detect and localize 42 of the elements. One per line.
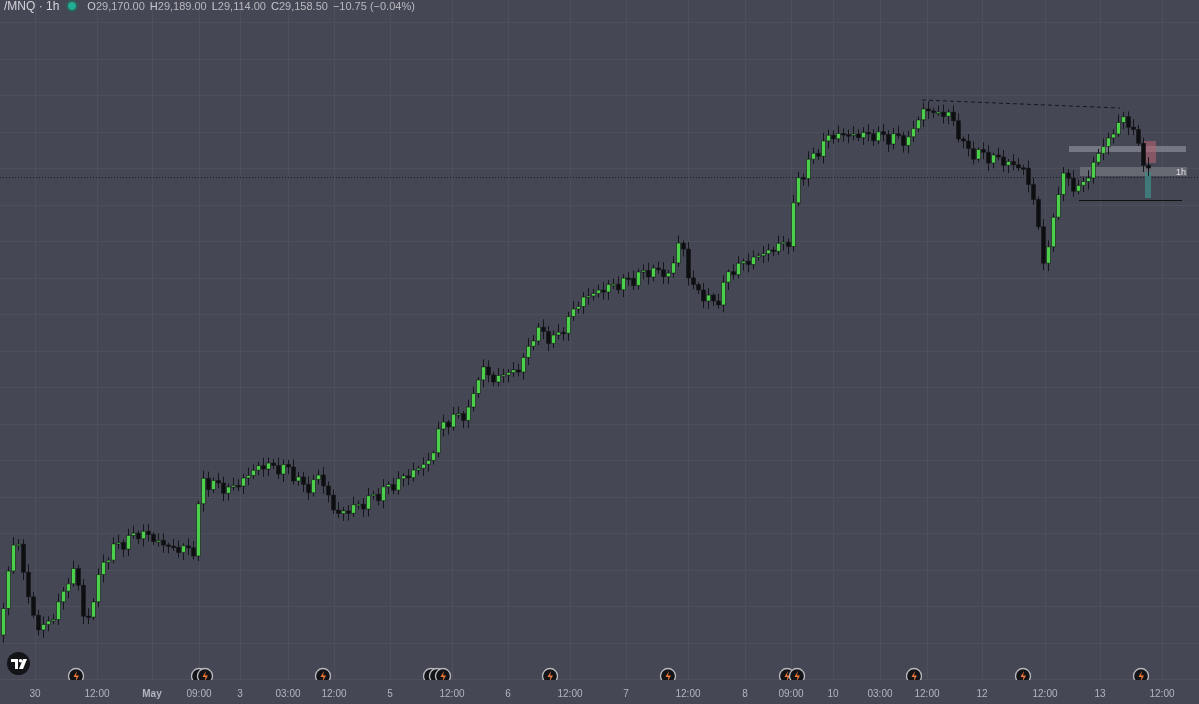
time-label: 12:00: [1032, 688, 1058, 699]
event-icon[interactable]: [541, 667, 559, 680]
event-icons[interactable]: [190, 667, 214, 680]
time-label: 30: [29, 688, 41, 699]
time-label: 10: [827, 688, 839, 699]
time-label: 12: [976, 688, 988, 699]
target-marker: [1145, 172, 1151, 198]
logo-icon[interactable]: [7, 652, 30, 675]
event-icons[interactable]: [778, 667, 806, 680]
time-label: 12:00: [914, 688, 940, 699]
time-label: 8: [742, 688, 748, 699]
time-label: 12:00: [439, 688, 465, 699]
event-icon[interactable]: [1132, 667, 1150, 680]
time-label: 12:00: [321, 688, 347, 699]
event-icons[interactable]: [422, 667, 452, 680]
time-label: 7: [623, 688, 629, 699]
time-label: 03:00: [275, 688, 301, 699]
ohlc-value: H29,189.00: [149, 0, 207, 12]
time-label: 09:00: [778, 688, 804, 699]
time-label: 5: [387, 688, 393, 699]
time-label: 3: [237, 688, 243, 699]
time-label: 12:00: [557, 688, 583, 699]
time-label: 03:00: [867, 688, 893, 699]
time-label: 12:00: [675, 688, 701, 699]
ohlc-value: L29,114.00: [211, 0, 266, 12]
event-icon[interactable]: [314, 667, 332, 680]
zone-label: 1h: [1176, 167, 1186, 177]
change-value: −10.75 (−0.04%): [332, 0, 415, 12]
ohlc-value: O29,170.00: [87, 0, 145, 12]
event-icon[interactable]: [659, 667, 677, 680]
time-label: 09:00: [186, 688, 212, 699]
symbol-label[interactable]: /MNQ · 1h: [4, 0, 60, 13]
event-icon[interactable]: [67, 667, 85, 680]
stop-marker: [1144, 141, 1156, 163]
time-label: 12:00: [1149, 688, 1175, 699]
time-label: May: [142, 688, 162, 699]
time-label: 6: [505, 688, 511, 699]
time-label: 12:00: [84, 688, 110, 699]
ohlc-value: C29,158.50: [271, 0, 328, 12]
time-label: 13: [1094, 688, 1106, 699]
event-icon[interactable]: [905, 667, 923, 680]
event-icon[interactable]: [1014, 667, 1032, 680]
